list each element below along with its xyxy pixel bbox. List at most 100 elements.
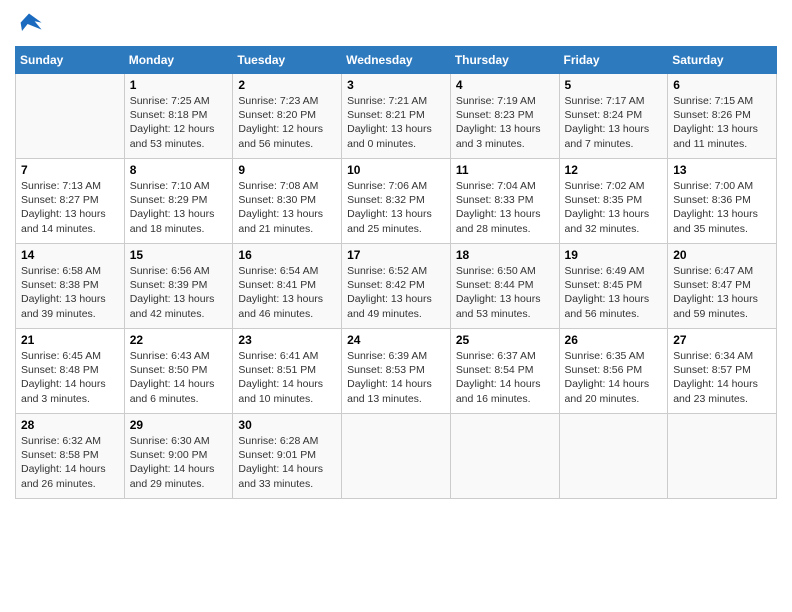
column-header-monday: Monday	[124, 47, 233, 74]
day-info: Sunrise: 6:56 AM Sunset: 8:39 PM Dayligh…	[130, 264, 228, 321]
day-number: 15	[130, 248, 228, 262]
calendar-cell: 18Sunrise: 6:50 AM Sunset: 8:44 PM Dayli…	[450, 244, 559, 329]
column-header-thursday: Thursday	[450, 47, 559, 74]
column-header-sunday: Sunday	[16, 47, 125, 74]
day-info: Sunrise: 6:35 AM Sunset: 8:56 PM Dayligh…	[565, 349, 663, 406]
day-number: 23	[238, 333, 336, 347]
day-number: 7	[21, 163, 119, 177]
logo	[15, 10, 47, 38]
calendar-week-row: 14 Sunrise: 6:58 AM Sunset: 8:38 PM Dayli…	[16, 244, 777, 329]
day-number: 24	[347, 333, 445, 347]
day-info: Sunrise: 7:13 AM Sunset: 8:27 PM Dayligh…	[21, 179, 119, 236]
day-number: 17	[347, 248, 445, 262]
column-header-wednesday: Wednesday	[342, 47, 451, 74]
calendar-cell: 23 Sunrise: 6:41 AM Sunset: 8:51 PM Dayli…	[233, 329, 342, 414]
logo-bird-icon	[15, 10, 43, 38]
calendar-week-row: 7 Sunrise: 7:13 AM Sunset: 8:27 PM Daylig…	[16, 159, 777, 244]
day-info: Sunrise: 6:54 AM Sunset: 8:41 PM Dayligh…	[238, 264, 336, 321]
calendar-cell: 5 Sunrise: 7:17 AM Sunset: 8:24 PM Daylig…	[559, 74, 668, 159]
calendar-cell: 2 Sunrise: 7:23 AM Sunset: 8:20 PM Daylig…	[233, 74, 342, 159]
calendar-cell: 9 Sunrise: 7:08 AM Sunset: 8:30 PM Daylig…	[233, 159, 342, 244]
day-number: 10	[347, 163, 445, 177]
day-info: Sunrise: 6:50 AM Sunset: 8:44 PM Dayligh…	[456, 264, 554, 321]
calendar-cell	[450, 414, 559, 499]
day-info: Sunrise: 6:58 AM Sunset: 8:38 PM Dayligh…	[21, 264, 119, 321]
day-number: 2	[238, 78, 336, 92]
day-info: Sunrise: 7:08 AM Sunset: 8:30 PM Dayligh…	[238, 179, 336, 236]
day-info: Sunrise: 7:25 AM Sunset: 8:18 PM Dayligh…	[130, 94, 228, 151]
day-info: Sunrise: 6:28 AM Sunset: 9:01 PM Dayligh…	[238, 434, 336, 491]
day-info: Sunrise: 6:34 AM Sunset: 8:57 PM Dayligh…	[673, 349, 771, 406]
calendar-cell: 19Sunrise: 6:49 AM Sunset: 8:45 PM Dayli…	[559, 244, 668, 329]
day-info: Sunrise: 7:15 AM Sunset: 8:26 PM Dayligh…	[673, 94, 771, 151]
day-number: 3	[347, 78, 445, 92]
column-header-friday: Friday	[559, 47, 668, 74]
day-number: 20	[673, 248, 771, 262]
day-info: Sunrise: 7:06 AM Sunset: 8:32 PM Dayligh…	[347, 179, 445, 236]
day-info: Sunrise: 7:23 AM Sunset: 8:20 PM Dayligh…	[238, 94, 336, 151]
day-number: 21	[21, 333, 119, 347]
calendar-table: SundayMondayTuesdayWednesdayThursdayFrid…	[15, 46, 777, 499]
day-number: 26	[565, 333, 663, 347]
day-info: Sunrise: 7:00 AM Sunset: 8:36 PM Dayligh…	[673, 179, 771, 236]
day-info: Sunrise: 6:30 AM Sunset: 9:00 PM Dayligh…	[130, 434, 228, 491]
day-number: 12	[565, 163, 663, 177]
calendar-week-row: 28 Sunrise: 6:32 AM Sunset: 8:58 PM Dayli…	[16, 414, 777, 499]
day-number: 16	[238, 248, 336, 262]
page-header	[15, 10, 777, 38]
calendar-cell: 22 Sunrise: 6:43 AM Sunset: 8:50 PM Dayli…	[124, 329, 233, 414]
day-number: 22	[130, 333, 228, 347]
day-info: Sunrise: 7:10 AM Sunset: 8:29 PM Dayligh…	[130, 179, 228, 236]
day-number: 28	[21, 418, 119, 432]
calendar-cell: 7 Sunrise: 7:13 AM Sunset: 8:27 PM Daylig…	[16, 159, 125, 244]
calendar-cell	[16, 74, 125, 159]
day-info: Sunrise: 6:43 AM Sunset: 8:50 PM Dayligh…	[130, 349, 228, 406]
calendar-cell	[668, 414, 777, 499]
calendar-cell	[342, 414, 451, 499]
calendar-cell: 17 Sunrise: 6:52 AM Sunset: 8:42 PM Dayli…	[342, 244, 451, 329]
day-info: Sunrise: 7:04 AM Sunset: 8:33 PM Dayligh…	[456, 179, 554, 236]
calendar-cell: 13 Sunrise: 7:00 AM Sunset: 8:36 PM Dayli…	[668, 159, 777, 244]
day-number: 19	[565, 248, 663, 262]
calendar-week-row: 1 Sunrise: 7:25 AM Sunset: 8:18 PM Daylig…	[16, 74, 777, 159]
calendar-header-row: SundayMondayTuesdayWednesdayThursdayFrid…	[16, 47, 777, 74]
day-info: Sunrise: 7:17 AM Sunset: 8:24 PM Dayligh…	[565, 94, 663, 151]
day-number: 4	[456, 78, 554, 92]
day-number: 5	[565, 78, 663, 92]
day-number: 27	[673, 333, 771, 347]
calendar-cell: 24Sunrise: 6:39 AM Sunset: 8:53 PM Dayli…	[342, 329, 451, 414]
day-info: Sunrise: 7:02 AM Sunset: 8:35 PM Dayligh…	[565, 179, 663, 236]
calendar-cell: 25 Sunrise: 6:37 AM Sunset: 8:54 PM Dayli…	[450, 329, 559, 414]
calendar-cell: 21Sunrise: 6:45 AM Sunset: 8:48 PM Dayli…	[16, 329, 125, 414]
day-number: 25	[456, 333, 554, 347]
calendar-cell	[559, 414, 668, 499]
day-number: 11	[456, 163, 554, 177]
day-number: 1	[130, 78, 228, 92]
day-info: Sunrise: 6:32 AM Sunset: 8:58 PM Dayligh…	[21, 434, 119, 491]
day-info: Sunrise: 6:37 AM Sunset: 8:54 PM Dayligh…	[456, 349, 554, 406]
calendar-cell: 6 Sunrise: 7:15 AM Sunset: 8:26 PM Daylig…	[668, 74, 777, 159]
calendar-week-row: 21Sunrise: 6:45 AM Sunset: 8:48 PM Dayli…	[16, 329, 777, 414]
day-number: 9	[238, 163, 336, 177]
calendar-cell: 15 Sunrise: 6:56 AM Sunset: 8:39 PM Dayli…	[124, 244, 233, 329]
day-info: Sunrise: 6:52 AM Sunset: 8:42 PM Dayligh…	[347, 264, 445, 321]
day-info: Sunrise: 6:47 AM Sunset: 8:47 PM Dayligh…	[673, 264, 771, 321]
calendar-cell: 14 Sunrise: 6:58 AM Sunset: 8:38 PM Dayli…	[16, 244, 125, 329]
calendar-cell: 8 Sunrise: 7:10 AM Sunset: 8:29 PM Daylig…	[124, 159, 233, 244]
column-header-saturday: Saturday	[668, 47, 777, 74]
day-number: 6	[673, 78, 771, 92]
day-number: 13	[673, 163, 771, 177]
calendar-cell: 12 Sunrise: 7:02 AM Sunset: 8:35 PM Dayli…	[559, 159, 668, 244]
calendar-cell: 29 Sunrise: 6:30 AM Sunset: 9:00 PM Dayli…	[124, 414, 233, 499]
calendar-cell: 27 Sunrise: 6:34 AM Sunset: 8:57 PM Dayli…	[668, 329, 777, 414]
day-info: Sunrise: 7:21 AM Sunset: 8:21 PM Dayligh…	[347, 94, 445, 151]
calendar-cell: 30Sunrise: 6:28 AM Sunset: 9:01 PM Dayli…	[233, 414, 342, 499]
column-header-tuesday: Tuesday	[233, 47, 342, 74]
calendar-cell: 16 Sunrise: 6:54 AM Sunset: 8:41 PM Dayli…	[233, 244, 342, 329]
day-number: 8	[130, 163, 228, 177]
day-number: 14	[21, 248, 119, 262]
day-info: Sunrise: 6:41 AM Sunset: 8:51 PM Dayligh…	[238, 349, 336, 406]
calendar-cell: 3 Sunrise: 7:21 AM Sunset: 8:21 PM Daylig…	[342, 74, 451, 159]
calendar-cell: 1 Sunrise: 7:25 AM Sunset: 8:18 PM Daylig…	[124, 74, 233, 159]
day-number: 29	[130, 418, 228, 432]
